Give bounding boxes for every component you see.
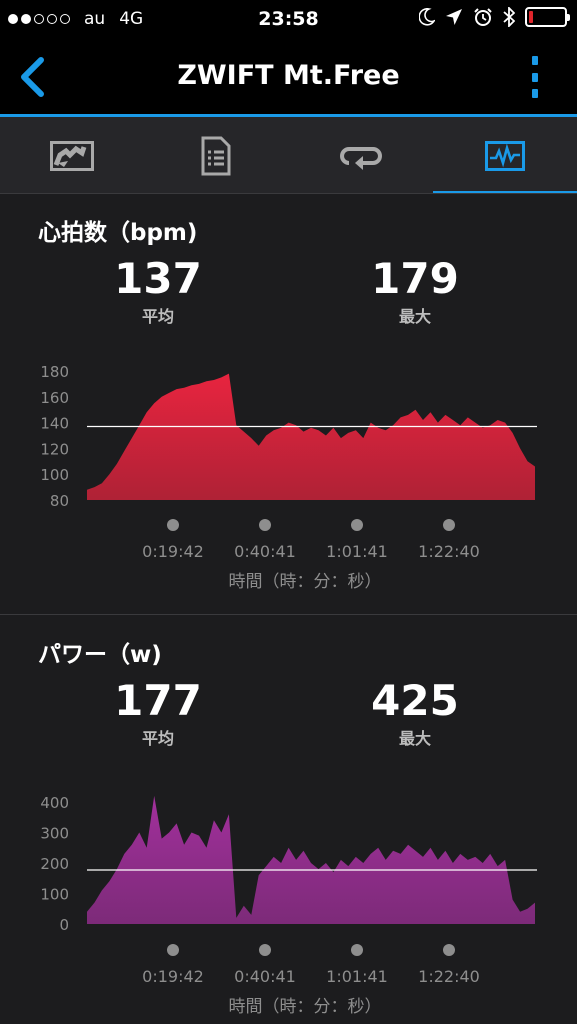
pw-xtick-dot <box>443 944 455 956</box>
pw-xtick-dot <box>259 944 271 956</box>
pw-xtick-label: 1:01:41 <box>326 967 388 986</box>
battery-icon <box>525 7 570 27</box>
chart-pulse-icon <box>484 140 525 171</box>
pw-xaxis-label: 時間（時：分：秒） <box>229 997 382 1017</box>
hr-ytick-label: 180 <box>40 363 69 381</box>
location-arrow-icon <box>446 9 462 25</box>
bluetooth-icon <box>503 7 515 27</box>
hr-xtick-dot <box>443 519 455 531</box>
hr-xtick-label: 0:40:41 <box>234 542 296 561</box>
hr-xtick-label: 0:19:42 <box>142 542 204 561</box>
pw-ytick-label: 0 <box>59 916 69 934</box>
hr-ytick-label: 140 <box>40 415 69 433</box>
hr-ytick-label: 100 <box>40 466 69 484</box>
hr-xtick-label: 1:22:40 <box>418 542 480 561</box>
list-document-icon <box>201 136 231 175</box>
alarm-clock-icon <box>474 8 492 26</box>
status-bar: au 4G 23:58 <box>0 0 577 38</box>
pw-ytick-label: 400 <box>40 794 69 812</box>
hr-xtick-dot <box>351 519 363 531</box>
moon-icon <box>419 8 435 26</box>
tab-map[interactable] <box>0 117 144 194</box>
pw-xtick-label: 0:40:41 <box>234 967 296 986</box>
nav-bar: ZWIFT Mt.Free <box>0 38 577 116</box>
pw-xtick-label: 0:19:42 <box>142 967 204 986</box>
battery-level <box>529 11 533 23</box>
heart-rate-section: 心拍数（bpm) 137 平均 179 最大 180 160 140 120 100 80… <box>0 195 577 614</box>
hr-xaxis-label: 時間（時：分：秒） <box>229 572 382 592</box>
pw-area-series <box>87 795 535 924</box>
hr-xtick-dot <box>167 519 179 531</box>
power-chart[interactable]: 400 300 200 100 0 0:19:42 0:40:41 1:01:41 1:22:4… <box>0 615 577 1024</box>
tab-laps[interactable] <box>289 117 433 194</box>
tab-details[interactable] <box>144 117 288 194</box>
pw-ytick-label: 200 <box>40 855 69 873</box>
heart-rate-chart[interactable]: 180 160 140 120 100 80 0:19:42 0:40:41 1:01:41 1:… <box>0 195 577 614</box>
pw-xtick-label: 1:22:40 <box>418 967 480 986</box>
laps-loop-icon <box>339 146 382 170</box>
tab-charts[interactable] <box>432 117 577 194</box>
hr-ytick-label: 80 <box>50 492 69 510</box>
status-right <box>419 7 570 27</box>
power-section: パワー（w) 177 平均 425 最大 400 300 200 100 0 0:19:4… <box>0 615 577 1024</box>
hr-xtick-label: 1:01:41 <box>326 542 388 561</box>
pw-ytick-label: 100 <box>40 886 69 904</box>
hr-xtick-dot <box>259 519 271 531</box>
tab-bar <box>0 117 577 194</box>
pw-xtick-dot <box>167 944 179 956</box>
page-title: ZWIFT Mt.Free <box>177 60 400 91</box>
pw-xtick-dot <box>351 944 363 956</box>
hr-area-series <box>87 373 535 500</box>
more-vertical-icon[interactable] <box>529 56 541 98</box>
map-icon <box>50 140 95 171</box>
hr-ytick-label: 120 <box>40 440 69 458</box>
hr-ytick-label: 160 <box>40 389 69 407</box>
tab-separator <box>0 193 577 194</box>
pw-ytick-label: 300 <box>40 825 69 843</box>
